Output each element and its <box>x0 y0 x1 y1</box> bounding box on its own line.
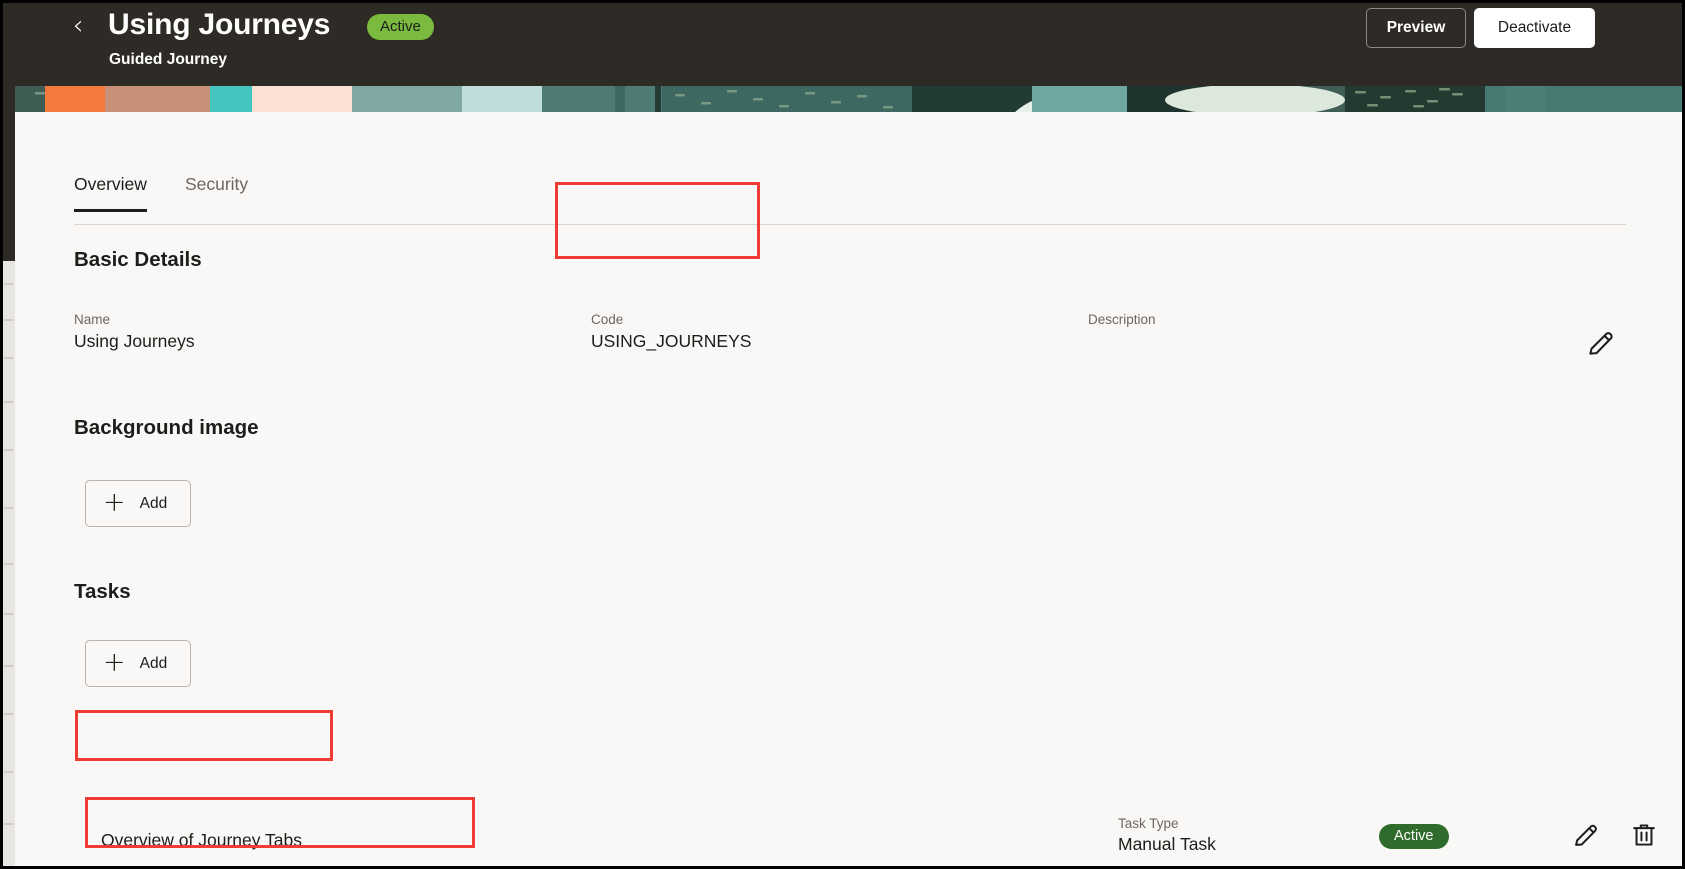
plus-icon: + <box>103 646 126 678</box>
rail-tick <box>4 507 13 509</box>
page-subtitle: Guided Journey <box>109 51 227 68</box>
field-description: Description <box>1088 312 1156 331</box>
deactivate-button[interactable]: Deactivate <box>1474 8 1595 48</box>
field-name-value: Using Journeys <box>74 331 195 351</box>
status-badge: Active <box>367 14 434 40</box>
page-title: Using Journeys <box>108 8 331 41</box>
app-window: ‹ Using Journeys Active Guided Journey P… <box>0 0 1685 869</box>
rail-tick <box>4 283 13 285</box>
add-background-image-label: Add <box>139 494 168 512</box>
rail-tick <box>4 563 13 565</box>
tab-overview[interactable]: Overview <box>74 174 147 212</box>
table-row[interactable]: Overview of Journey Tabs Task Type Manua… <box>74 802 1655 866</box>
rail-tick <box>4 449 13 451</box>
add-task-button[interactable]: + Add <box>85 640 191 687</box>
rail-tick <box>4 401 13 403</box>
task-type-block: Task Type Manual Task <box>1118 816 1216 855</box>
field-name: Name Using Journeys <box>74 312 195 352</box>
section-title-tasks: Tasks <box>74 580 131 603</box>
rail-tick <box>4 357 13 359</box>
plus-icon: + <box>103 486 126 518</box>
page-header: ‹ Using Journeys Active Guided Journey P… <box>3 3 1682 86</box>
left-rail-dark <box>3 86 15 261</box>
task-name: Overview of Journey Tabs <box>101 830 303 850</box>
decorative-banner <box>15 86 1682 112</box>
status-badge: Active <box>1379 824 1449 849</box>
task-type-label: Task Type <box>1118 816 1179 831</box>
rail-tick <box>4 613 13 615</box>
section-title-background-image: Background image <box>74 416 259 439</box>
rail-tick <box>4 319 13 321</box>
rail-tick <box>4 823 13 825</box>
field-code-value: USING_JOURNEYS <box>591 331 752 351</box>
tab-security[interactable]: Security <box>185 174 248 212</box>
edit-basic-details-button[interactable] <box>1586 328 1616 358</box>
add-task-label: Add <box>139 654 168 672</box>
pencil-icon[interactable] <box>1572 821 1600 849</box>
field-description-label: Description <box>1088 312 1156 327</box>
chevron-left-icon[interactable]: ‹ <box>65 11 91 41</box>
field-code-label: Code <box>591 312 624 327</box>
task-type-value: Manual Task <box>1118 834 1216 854</box>
section-title-basic-details: Basic Details <box>74 248 202 271</box>
main-content: Overview Security Basic Details Name Usi… <box>15 112 1682 866</box>
rail-tick <box>4 713 13 715</box>
left-rail-scroll-strip <box>3 261 15 866</box>
tab-bar: Overview Security <box>74 174 286 212</box>
field-code: Code USING_JOURNEYS <box>591 312 751 352</box>
field-name-label: Name <box>74 312 111 327</box>
rail-tick <box>4 665 13 667</box>
trash-icon[interactable] <box>1630 821 1658 849</box>
preview-button[interactable]: Preview <box>1366 8 1466 48</box>
tab-divider <box>74 224 1626 225</box>
add-background-image-button[interactable]: + Add <box>85 480 191 527</box>
rail-tick <box>4 771 13 773</box>
